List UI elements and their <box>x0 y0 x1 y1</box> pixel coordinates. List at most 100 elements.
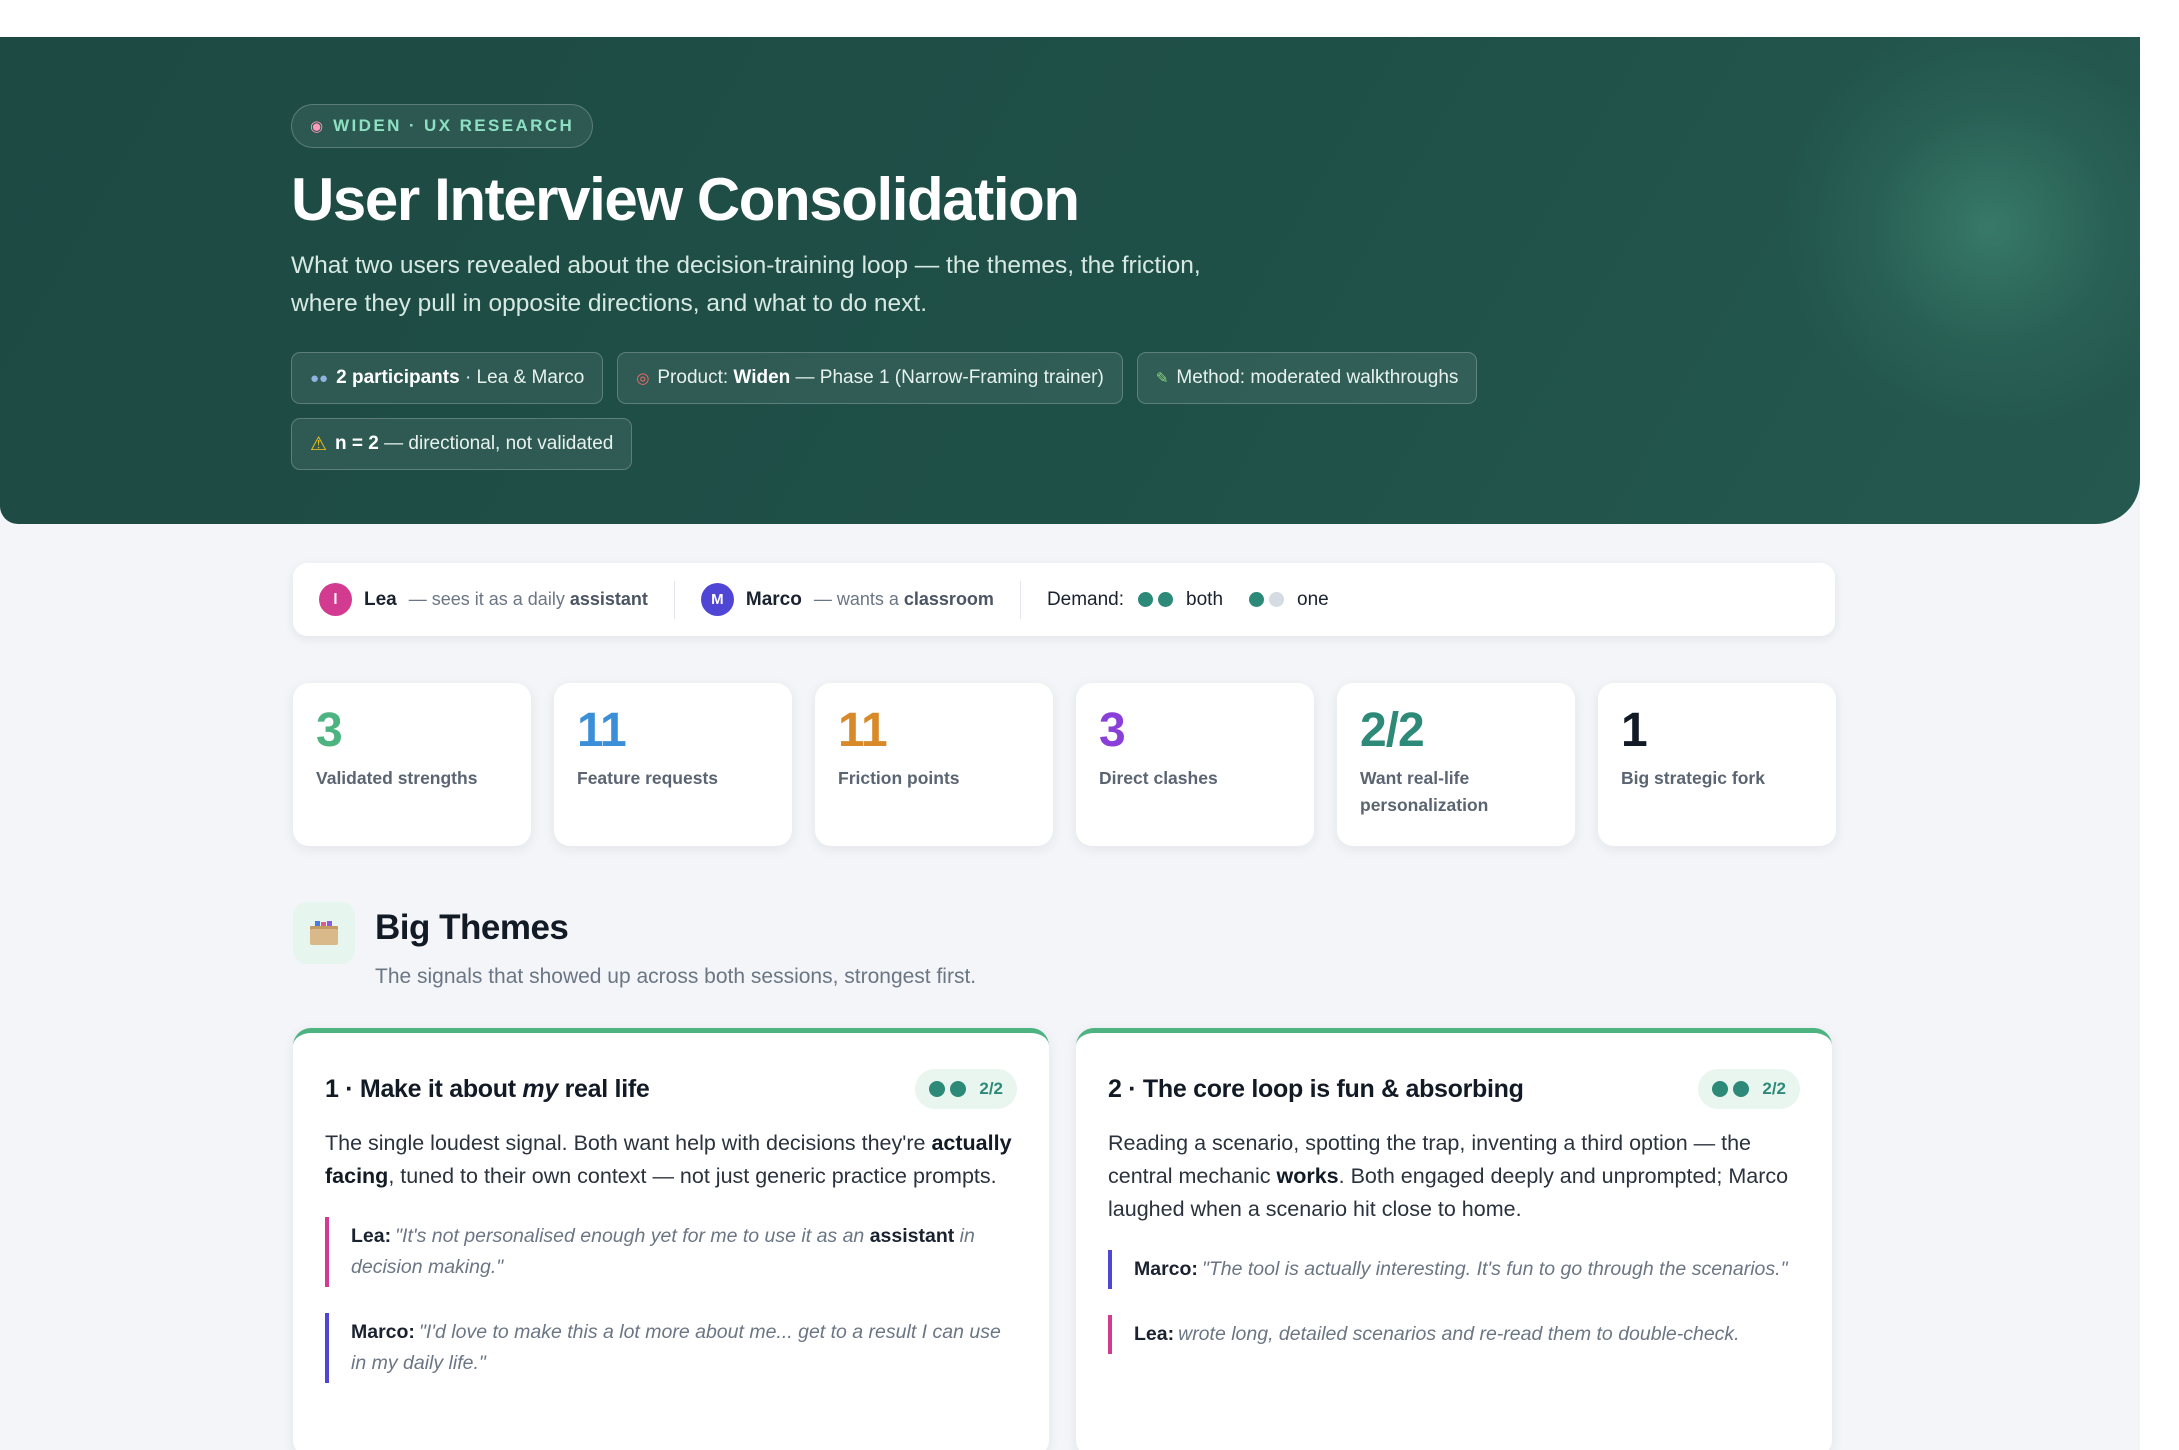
avatar-lea: l <box>319 583 352 616</box>
meta-chips: ●● 2 participants · Lea & Marco ◎ Produc… <box>291 352 1591 470</box>
theme-title-text: 1 · Make it about <box>325 1074 523 1103</box>
page-subtitle: What two users revealed about the decisi… <box>291 247 1311 323</box>
product-chip: ◎ Product: Widen — Phase 1 (Narrow-Frami… <box>617 352 1123 404</box>
theme-body-text: The single loudest signal. Both want hel… <box>325 1131 932 1155</box>
dot-on <box>1712 1081 1729 1097</box>
theme-title-text: real life <box>557 1074 650 1103</box>
stat-label: Feature requests <box>577 768 719 788</box>
quote-speaker: Marco: <box>351 1321 415 1343</box>
product-prefix: Product: <box>657 367 734 388</box>
stat-card: 11 Feature requests <box>554 683 792 846</box>
page-title: User Interview Consolidation <box>291 166 1080 233</box>
theme-title-emphasis: my <box>522 1074 558 1103</box>
target-icon: ◎ <box>636 370 650 387</box>
participants-names: · Lea & Marco <box>459 367 585 388</box>
theme-title: 2 · The core loop is fun & absorbing <box>1108 1074 1524 1103</box>
legend-lea-desc: — sees it as a daily assistant <box>409 589 648 610</box>
legend-lea-desc-text: — sees it as a daily <box>408 589 570 609</box>
stat-value: 11 <box>838 704 888 757</box>
quote-marco: Marco: "I'd love to make this a lot more … <box>325 1313 1017 1383</box>
stat-label: Direct clashes <box>1099 768 1218 788</box>
product-phase: — Phase 1 (Narrow-Framing trainer) <box>790 367 1104 388</box>
dot-on <box>950 1081 967 1097</box>
stat-value: 3 <box>316 704 343 757</box>
quote-text: "I'd love to make this a lot more about … <box>351 1321 1001 1374</box>
stat-value: 2/2 <box>1360 704 1425 757</box>
sample-note: — directional, not validated <box>378 433 614 454</box>
dot-on <box>1249 592 1265 607</box>
quote-speaker: Lea: <box>351 1225 392 1247</box>
quote-bold: assistant <box>869 1225 955 1247</box>
right-white-strip <box>2140 0 2179 1450</box>
avatar-marco: M <box>700 583 734 616</box>
subtitle-line-1: What two users revealed about the decisi… <box>291 252 1201 279</box>
legend-lea-name: Lea <box>364 588 397 610</box>
legend-divider <box>1019 580 1021 619</box>
quote-speaker: Lea: <box>1134 1323 1175 1345</box>
theme-body-text: , tuned to their own context — not just … <box>388 1164 997 1188</box>
stat-value: 11 <box>577 704 627 757</box>
theme-card: 1 · Make it about my real life 2/2 The s… <box>293 1028 1049 1450</box>
demand-one-dots <box>1249 592 1289 607</box>
participant-legend: l Lea — sees it as a daily assistant M M… <box>293 563 1835 636</box>
legend-divider <box>673 580 675 619</box>
demand-count: 2/2 <box>1762 1079 1786 1098</box>
demand-both-label: both <box>1186 588 1224 610</box>
legend-marco-desc: — wants a classroom <box>814 589 994 610</box>
method-chip: ✎ Method: moderated walkthroughs <box>1136 352 1478 404</box>
legend-marco-desc-bold: classroom <box>903 589 994 609</box>
theme-description: The single loudest signal. Both want hel… <box>325 1127 1017 1193</box>
sample-size: n = 2 <box>335 433 379 454</box>
quote-lea: Lea: wrote long, detailed scenarios and r… <box>1108 1315 1800 1354</box>
stat-card: 2/2 Want real-life personalization <box>1337 683 1575 846</box>
stat-label: Validated strengths <box>316 768 478 788</box>
method-label: Method: moderated walkthroughs <box>1176 367 1459 388</box>
eyebrow-label: WIDEN · UX RESEARCH <box>333 116 575 135</box>
legend-lea-desc-bold: assistant <box>569 589 648 609</box>
dot-on <box>1138 592 1154 607</box>
stat-card: 11 Friction points <box>815 683 1053 846</box>
brain-icon: ◉ <box>310 118 324 135</box>
top-white-strip <box>0 0 2179 37</box>
hero-glow <box>1780 37 2140 437</box>
quote-text: "The tool is actually interesting. It's … <box>1201 1258 1788 1280</box>
stat-card: 1 Big strategic fork <box>1598 683 1836 846</box>
eyebrow-badge: ◉ WIDEN · UX RESEARCH <box>291 104 594 148</box>
participants-chip: ●● 2 participants · Lea & Marco <box>291 352 604 404</box>
stats-row: 3 Validated strengths 11 Feature request… <box>293 683 1836 846</box>
subtitle-line-2: where they pull in opposite directions, … <box>291 290 928 317</box>
sample-size-chip: ⚠ n = 2 — directional, not validated <box>291 418 633 470</box>
package-icon <box>293 902 355 964</box>
demand-badge: 2/2 <box>915 1069 1017 1109</box>
stat-label: Big strategic fork <box>1621 768 1765 788</box>
hero-banner: ◉ WIDEN · UX RESEARCH User Interview Con… <box>0 37 2140 524</box>
legend-marco-desc-text: — wants a <box>813 589 904 609</box>
demand-both-dots <box>1138 592 1178 607</box>
pencil-icon: ✎ <box>1155 370 1169 387</box>
dot-on <box>1733 1081 1750 1097</box>
stat-card: 3 Direct clashes <box>1076 683 1314 846</box>
theme-description: Reading a scenario, spotting the trap, i… <box>1108 1127 1800 1226</box>
warning-icon: ⚠ <box>310 433 328 455</box>
theme-body-bold: works <box>1276 1164 1339 1188</box>
people-icon: ●● <box>310 369 329 387</box>
product-name: Widen <box>733 367 791 388</box>
demand-one-label: one <box>1297 588 1329 610</box>
quote-lea: Lea: "It's not personalised enough yet fo… <box>325 1217 1017 1287</box>
stat-card: 3 Validated strengths <box>293 683 531 846</box>
legend-marco-name: Marco <box>745 588 802 610</box>
stat-value: 3 <box>1099 704 1126 757</box>
dot-on <box>929 1081 946 1097</box>
stat-value: 1 <box>1621 704 1648 757</box>
quote-text: wrote long, detailed scenarios and re-re… <box>1178 1323 1740 1345</box>
theme-title: 1 · Make it about my real life <box>325 1074 650 1104</box>
participants-count: 2 participants <box>336 367 460 388</box>
demand-badge: 2/2 <box>1698 1069 1800 1109</box>
quote-text: "It's not personalised enough yet for me… <box>395 1225 870 1247</box>
quote-marco: Marco: "The tool is actually interesting.… <box>1108 1250 1800 1289</box>
theme-card: 2 · The core loop is fun & absorbing 2/2… <box>1076 1028 1832 1450</box>
quote-speaker: Marco: <box>1134 1258 1198 1280</box>
section-title: Big Themes <box>375 908 569 947</box>
demand-label: Demand: <box>1046 588 1125 610</box>
demand-count: 2/2 <box>979 1079 1003 1098</box>
